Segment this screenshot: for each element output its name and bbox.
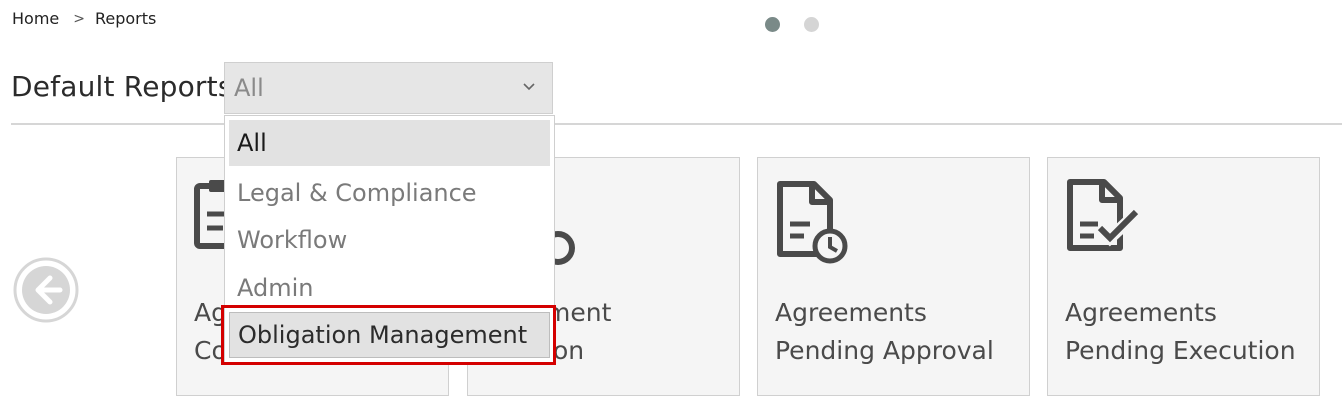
dropdown-option-workflow[interactable]: Workflow xyxy=(229,217,550,263)
report-tile-2-line1: ment xyxy=(546,298,612,327)
dropdown-option-obligation-management[interactable]: Obligation Management xyxy=(229,312,550,358)
carousel-dot-2[interactable] xyxy=(804,17,819,32)
report-category-dropdown: All Legal & Compliance Workflow Admin Ob… xyxy=(224,115,555,365)
report-tile-pending-execution[interactable]: Agreements Pending Execution xyxy=(1047,157,1320,396)
previous-arrow-icon[interactable] xyxy=(13,257,79,323)
report-tile-2-label: ment ion xyxy=(546,294,611,370)
report-tile-3-label: Agreements Pending Approval xyxy=(775,294,994,370)
report-tile-3-line2: Pending Approval xyxy=(775,336,994,365)
page-title: Default Reports xyxy=(11,70,233,103)
breadcrumb-separator: > xyxy=(73,10,85,27)
dropdown-option-legal-compliance[interactable]: Legal & Compliance xyxy=(229,170,550,216)
report-tile-pending-approval[interactable]: Agreements Pending Approval xyxy=(757,157,1030,396)
reports-page: Home > Reports Default Reports All Ag Co… xyxy=(0,0,1342,414)
breadcrumb-current: Reports xyxy=(94,9,157,28)
breadcrumb-home[interactable]: Home xyxy=(12,9,59,28)
report-tile-3-line1: Agreements xyxy=(775,298,927,327)
report-tile-4-line2: Pending Execution xyxy=(1065,336,1296,365)
document-clock-icon xyxy=(777,181,848,264)
carousel-dot-1[interactable] xyxy=(765,17,780,32)
report-tile-1-line2: Co xyxy=(194,336,227,365)
report-tile-2-line2: ion xyxy=(546,336,585,365)
report-tile-4-line1: Agreements xyxy=(1065,298,1217,327)
report-category-selected-value: All xyxy=(234,74,264,102)
document-check-icon xyxy=(1067,179,1143,251)
report-category-select[interactable]: All xyxy=(224,62,553,114)
report-tile-4-label: Agreements Pending Execution xyxy=(1065,294,1296,370)
chevron-down-icon xyxy=(523,83,535,91)
header-divider xyxy=(11,123,1342,125)
dropdown-option-all[interactable]: All xyxy=(229,120,550,166)
report-tile-1-line1: Ag xyxy=(194,298,227,327)
dropdown-option-admin[interactable]: Admin xyxy=(229,265,550,311)
carousel-dots xyxy=(765,17,819,32)
breadcrumb: Home > Reports xyxy=(12,9,156,28)
report-tile-1-label: Ag Co xyxy=(194,294,227,370)
